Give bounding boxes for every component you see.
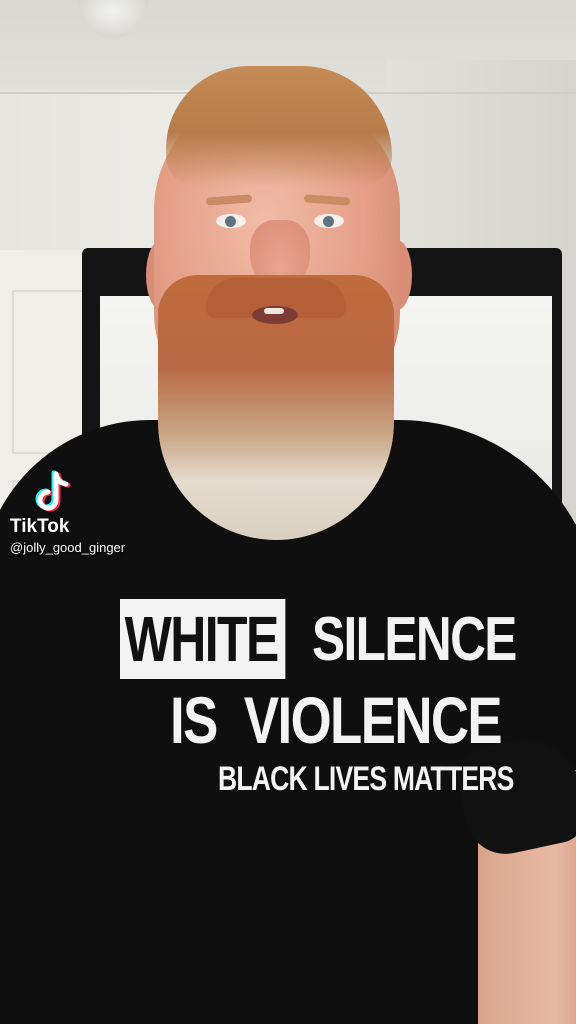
left-eye — [216, 214, 246, 228]
creator-handle: @jolly_good_ginger — [10, 540, 126, 555]
tiktok-watermark: TikTok @jolly_good_ginger — [10, 470, 190, 560]
shirt-print-is: IS — [170, 683, 218, 757]
shirt-print-violence: VIOLENCE — [243, 683, 503, 757]
tiktok-brand-label: TikTok — [10, 516, 70, 537]
shirt-print-line-2: IS VIOLENCE — [170, 682, 503, 758]
shirt-print-highlight-word: WHITE — [120, 599, 286, 679]
shirt-print-silence: SILENCE — [312, 604, 517, 674]
right-eye — [314, 214, 344, 228]
mouth — [252, 306, 298, 324]
shirt-print: WHITE SILENCE IS VIOLENCE BLACK LIVES MAT… — [120, 596, 518, 806]
video-frame: WHITE SILENCE IS VIOLENCE BLACK LIVES MAT… — [0, 0, 576, 1024]
shirt-print-line-3: BLACK LIVES MATTERS — [218, 760, 514, 798]
shirt-print-line-1: WHITE SILENCE — [120, 596, 567, 682]
tiktok-note-icon — [35, 470, 71, 512]
